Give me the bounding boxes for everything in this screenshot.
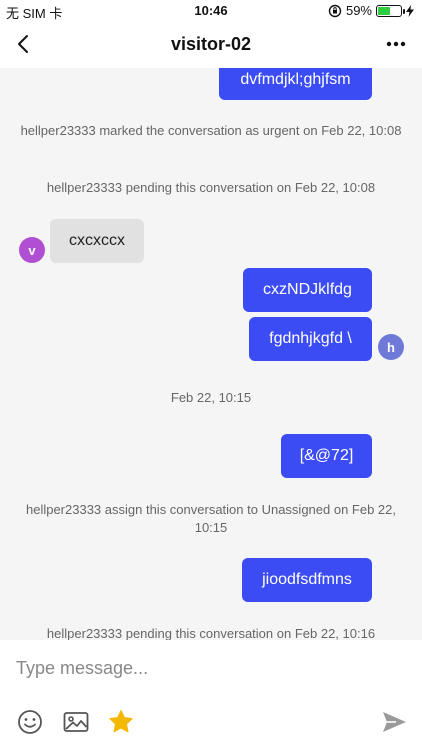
outgoing-message[interactable]: dvfmdjkl;ghjfsm — [219, 68, 372, 100]
charging-bolt-icon — [406, 4, 414, 17]
outgoing-message[interactable]: [&@72] — [281, 434, 372, 478]
outgoing-message[interactable]: fgdnhjkgfd \ — [249, 317, 372, 361]
send-icon[interactable] — [380, 708, 408, 736]
visitor-avatar: v — [19, 237, 45, 263]
orientation-lock-icon — [328, 4, 342, 17]
system-event: hellper23333 pending this conversation o… — [46, 180, 376, 195]
outgoing-message[interactable]: jioodfsdfmns — [242, 558, 372, 602]
status-right: 59% — [328, 3, 414, 18]
message-input[interactable] — [16, 654, 406, 682]
system-event: hellper23333 assign this conversation to… — [25, 502, 397, 535]
outgoing-message[interactable]: cxzNDJklfdg — [243, 268, 372, 312]
status-bar: 无 SIM 卡 10:46 59% — [0, 0, 422, 22]
timestamp-divider: Feb 22, 10:15 — [170, 390, 252, 405]
system-event: hellper23333 marked the conversation as … — [20, 123, 402, 138]
navigation-bar: visitor-02 — [0, 22, 422, 68]
more-horizontal-icon[interactable] — [384, 32, 408, 56]
battery-percent: 59% — [345, 3, 372, 18]
incoming-message[interactable]: cxcxccx — [50, 219, 144, 263]
emoji-icon[interactable] — [16, 708, 44, 736]
agent-avatar: h — [378, 334, 404, 360]
message-composer — [0, 640, 422, 750]
battery-icon — [376, 4, 405, 17]
message-list[interactable]: dvfmdjkl;ghjfsm hellper23333 marked the … — [0, 68, 422, 640]
page-title: visitor-02 — [170, 34, 252, 54]
image-icon[interactable] — [62, 708, 90, 736]
star-icon[interactable] — [107, 708, 135, 736]
system-event: hellper23333 pending this conversation o… — [46, 626, 376, 640]
